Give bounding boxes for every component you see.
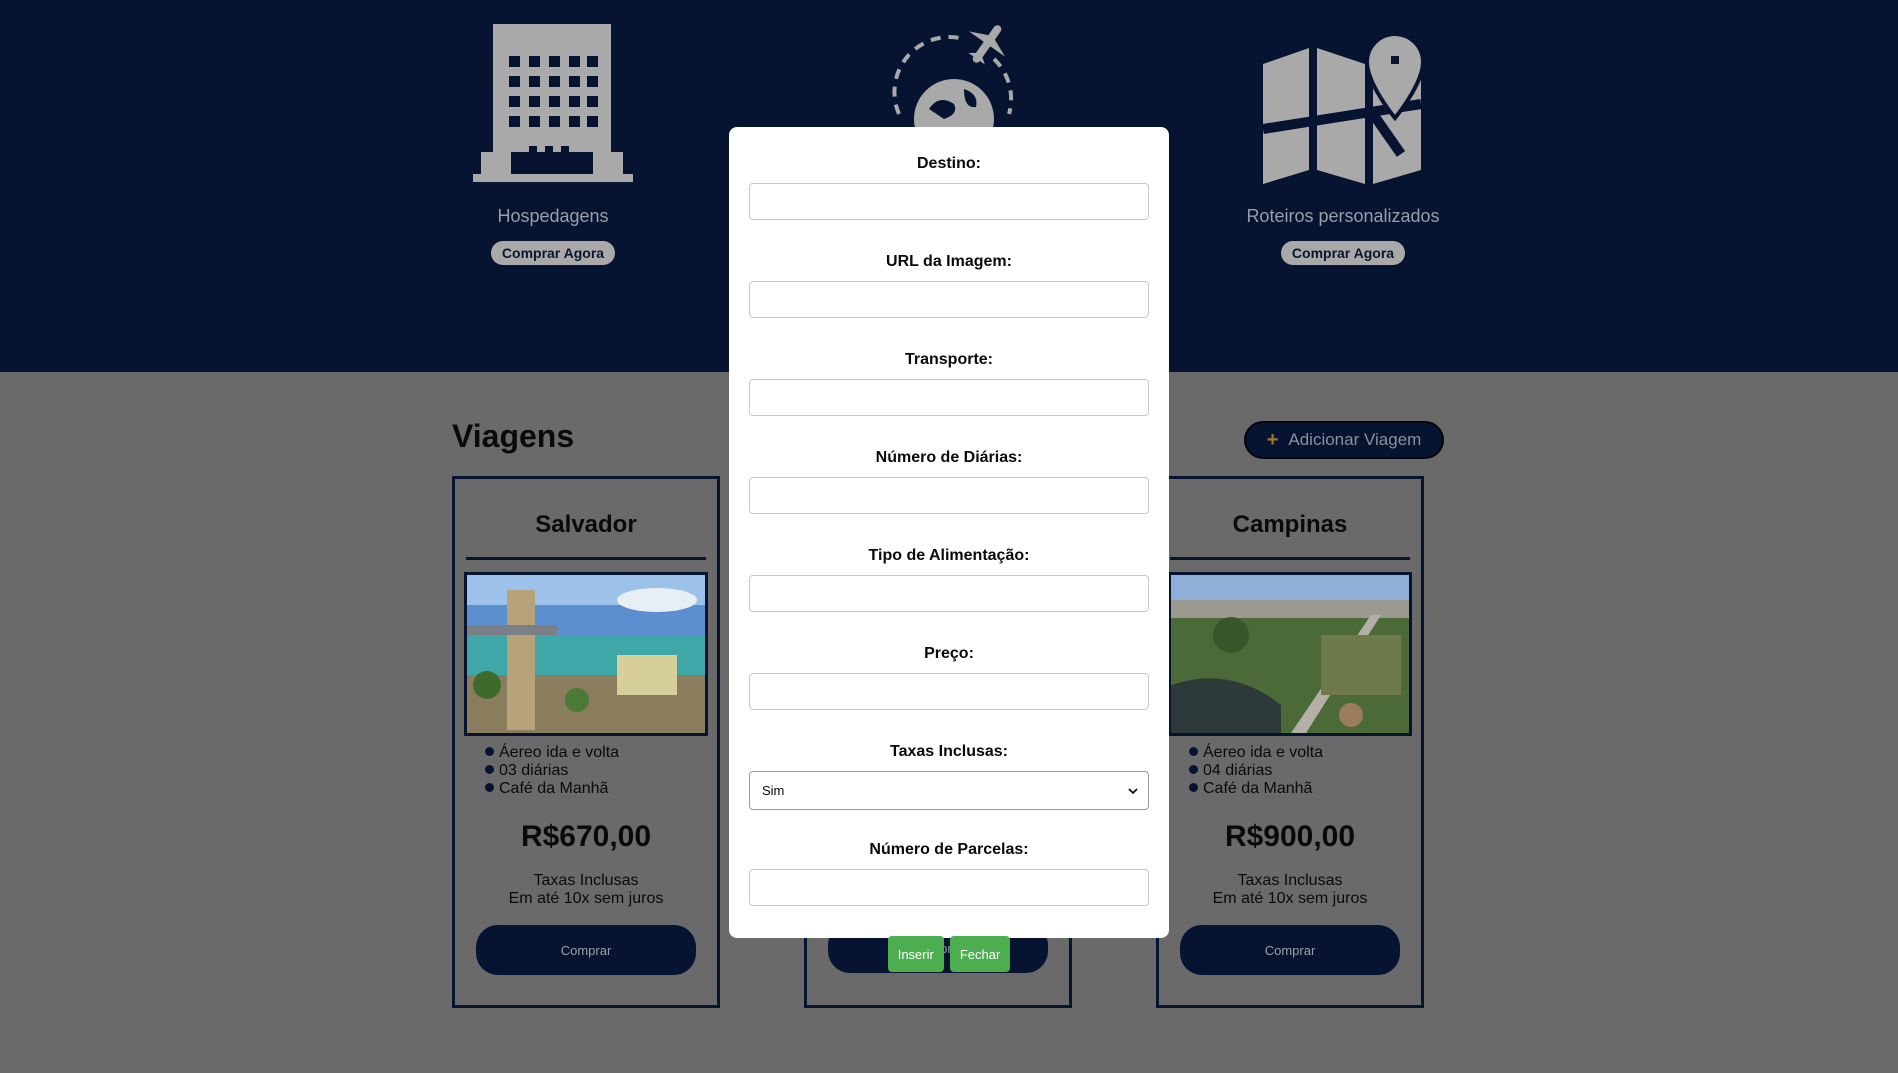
buy-button[interactable]: Comprar (1180, 925, 1400, 975)
alimentacao-input[interactable] (749, 575, 1149, 612)
field-diarias: Número de Diárias: (729, 449, 1169, 514)
taxas-label: Taxas Inclusas: (890, 743, 1008, 760)
buy-now-button[interactable]: Comprar Agora (1280, 241, 1406, 265)
buy-now-button[interactable]: Comprar Agora (490, 241, 616, 265)
map-pin-icon (1223, 14, 1463, 184)
service-hospedagens: Hospedagens Comprar Agora (433, 14, 673, 265)
service-travel (829, 14, 1069, 129)
url-label: URL da Imagem: (886, 253, 1012, 270)
preco-input[interactable] (749, 673, 1149, 710)
price: R$670,00 (520, 820, 652, 853)
service-label: Roteiros personalizados (1246, 206, 1440, 226)
image-url-input[interactable] (749, 281, 1149, 318)
close-button[interactable]: Fechar (949, 936, 1011, 972)
field-destino: Destino: (729, 155, 1169, 220)
transporte-label: Transporte: (904, 351, 993, 368)
field-transporte: Transporte: (729, 351, 1169, 416)
transporte-input[interactable] (749, 379, 1149, 416)
buy-button[interactable]: Comprar (476, 925, 696, 975)
title-divider (466, 557, 706, 560)
taxas-selected-value: Sim (762, 783, 785, 798)
tax-info: Taxas Inclusas Em até 10x sem juros (455, 872, 717, 908)
field-preco: Preço: (729, 645, 1169, 710)
globe-plane-icon (829, 14, 1069, 129)
section-title: Viagens (452, 418, 575, 454)
field-url: URL da Imagem: (729, 253, 1169, 318)
trip-card-salvador: Salvador Áereo ida e volta 03 diárias Ca… (452, 476, 720, 1008)
service-roteiros: Roteiros personalizados Comprar Agora (1223, 14, 1463, 265)
title-divider (1170, 557, 1410, 560)
modal-actions: Inserir Fechar (729, 936, 1169, 972)
add-trip-modal: Destino: URL da Imagem: Transporte: Núme… (729, 127, 1169, 972)
installments-line: Em até 10x sem juros (1212, 890, 1368, 907)
add-trip-button[interactable]: + Adicionar Viagem (1244, 421, 1444, 459)
field-parcelas: Número de Parcelas: (729, 841, 1169, 906)
diarias-input[interactable] (749, 477, 1149, 514)
features-list: Áereo ida e volta 04 diárias Café da Man… (1189, 744, 1421, 798)
tax-info: Taxas Inclusas Em até 10x sem juros (1159, 872, 1421, 908)
building-icon (433, 14, 673, 184)
parcelas-label: Número de Parcelas: (869, 841, 1029, 858)
insert-button[interactable]: Inserir (887, 936, 944, 972)
feature-item: Café da Manhã (1189, 780, 1421, 798)
alimentacao-label: Tipo de Alimentação: (868, 547, 1030, 564)
tax-line: Taxas Inclusas (533, 872, 639, 889)
installments-line: Em até 10x sem juros (508, 890, 664, 907)
feature-item: 04 diárias (1189, 762, 1421, 780)
feature-item: Áereo ida e volta (1189, 744, 1421, 762)
add-trip-label: Adicionar Viagem (1288, 430, 1422, 449)
plus-icon: + (1266, 429, 1279, 451)
destino-label: Destino: (917, 155, 981, 172)
chevron-down-icon (1128, 783, 1138, 798)
features-list: Áereo ida e volta 03 diárias Café da Man… (485, 744, 717, 798)
trip-card-campinas: Campinas Áereo ida e volta 04 diárias Ca… (1156, 476, 1424, 1008)
feature-item: Áereo ida e volta (485, 744, 717, 762)
field-taxas: Taxas Inclusas: Sim (729, 743, 1169, 810)
parcelas-input[interactable] (749, 869, 1149, 906)
service-label: Hospedagens (497, 206, 609, 226)
preco-label: Preço: (924, 645, 974, 662)
destino-input[interactable] (749, 183, 1149, 220)
card-title: Campinas (1232, 511, 1348, 538)
destination-photo (464, 572, 708, 736)
feature-item: 03 diárias (485, 762, 717, 780)
diarias-label: Número de Diárias: (875, 449, 1023, 466)
feature-item: Café da Manhã (485, 780, 717, 798)
card-title: Salvador (535, 511, 637, 538)
destination-photo (1168, 572, 1412, 736)
price: R$900,00 (1224, 820, 1356, 853)
taxas-select[interactable]: Sim (749, 771, 1149, 810)
tax-line: Taxas Inclusas (1237, 872, 1343, 889)
field-alimentacao: Tipo de Alimentação: (729, 547, 1169, 612)
